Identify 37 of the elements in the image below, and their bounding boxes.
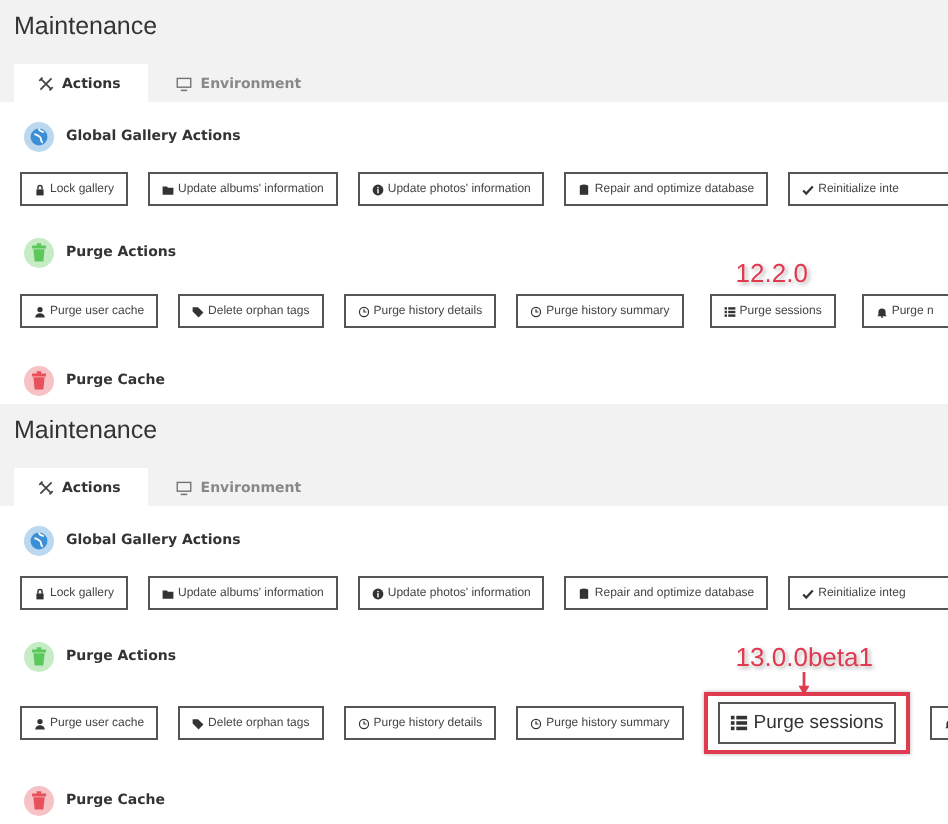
list-icon	[729, 714, 748, 732]
tools-icon	[38, 75, 54, 91]
page-title: Maintenance	[14, 414, 160, 448]
trash-icon	[24, 641, 54, 671]
globe-icon	[24, 525, 54, 555]
database-icon	[578, 183, 591, 195]
list-icon	[723, 305, 736, 317]
history-icon	[530, 305, 543, 317]
trash-icon	[24, 237, 54, 267]
monitor-icon	[176, 479, 193, 495]
tools-icon	[38, 479, 54, 495]
folder-icon	[162, 183, 175, 195]
lock-icon	[34, 183, 46, 195]
history-icon	[357, 717, 370, 729]
check-icon	[802, 587, 815, 599]
globe-icon	[24, 121, 54, 151]
database-icon	[578, 587, 591, 599]
info-icon	[371, 183, 384, 195]
action-button[interactable]: Purge sessions	[717, 702, 896, 744]
action-button[interactable]	[929, 706, 948, 740]
version-annotation: 12.2.0	[735, 260, 808, 288]
monitor-icon	[176, 75, 193, 91]
bell-icon	[875, 305, 888, 317]
page-title: Maintenance	[14, 10, 160, 44]
lock-icon	[34, 587, 46, 599]
user-icon	[34, 717, 46, 729]
trash-icon	[24, 365, 54, 395]
trash-icon	[24, 785, 54, 815]
info-icon	[371, 587, 384, 599]
history-icon	[357, 305, 370, 317]
history-icon	[530, 717, 543, 729]
tag-icon	[192, 717, 205, 729]
folder-icon	[162, 587, 175, 599]
tag-icon	[192, 305, 205, 317]
check-icon	[802, 183, 815, 195]
version-annotation: 13.0.0beta1	[735, 644, 873, 672]
user-icon	[34, 305, 46, 317]
